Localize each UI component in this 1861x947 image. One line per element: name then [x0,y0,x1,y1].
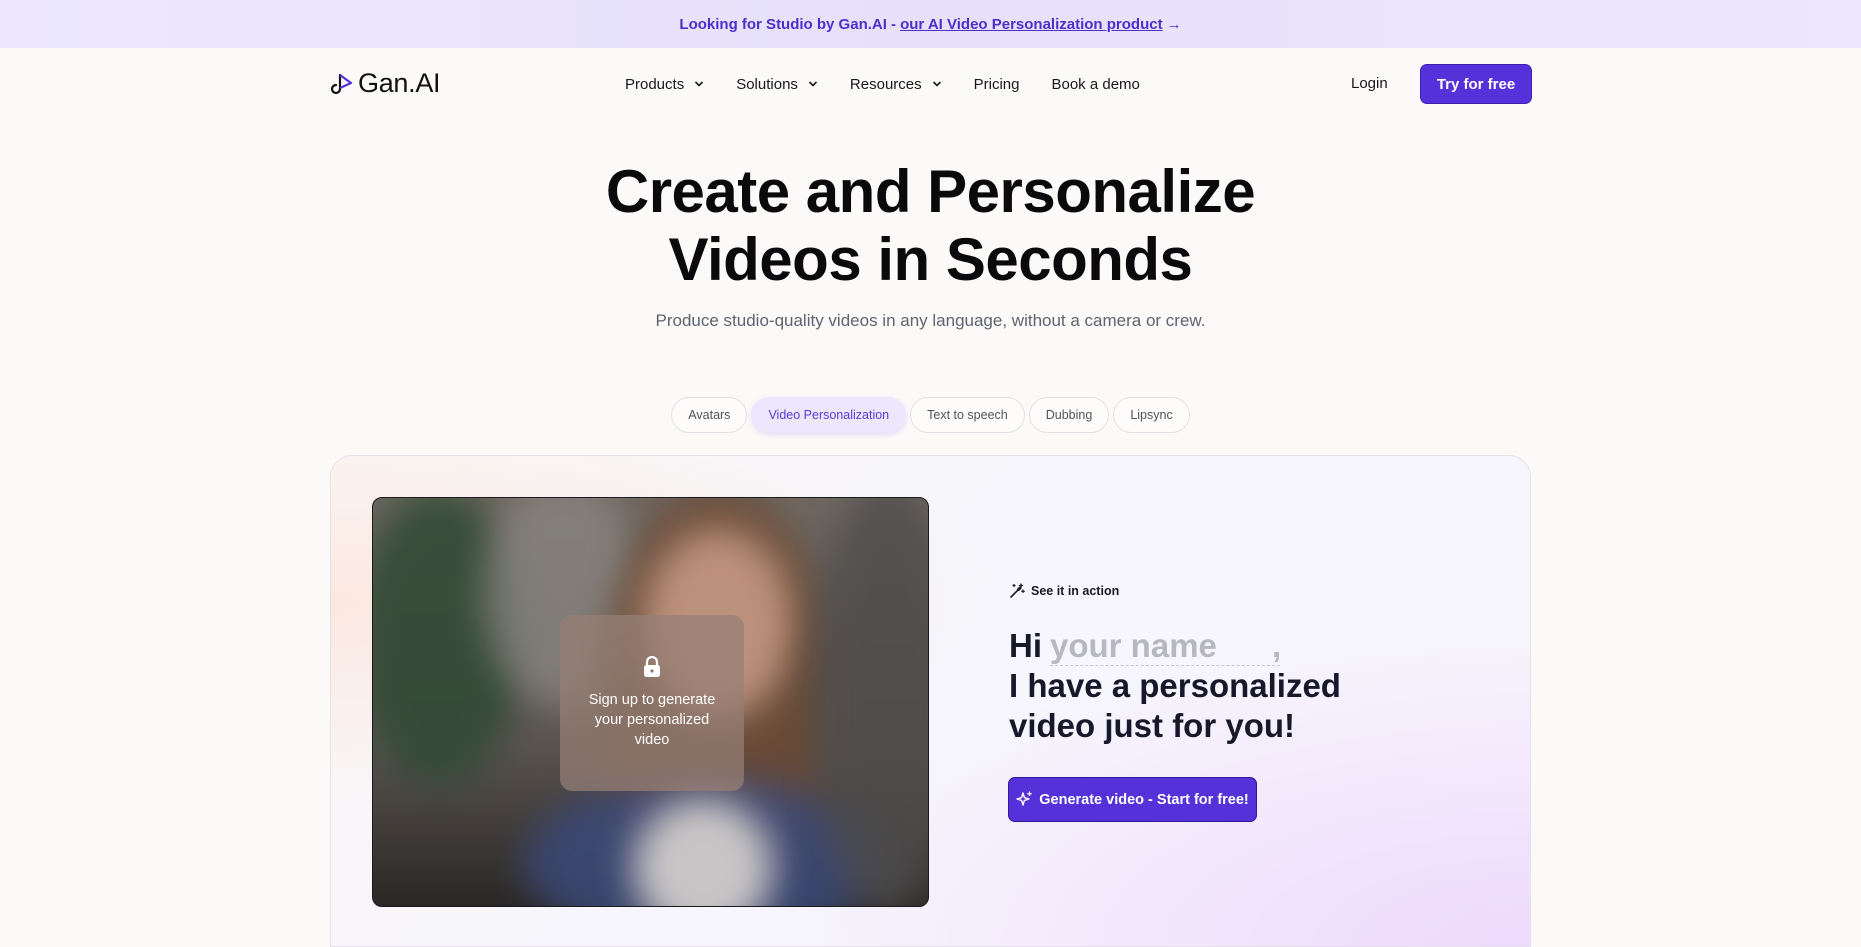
menu-pricing[interactable]: Pricing [974,76,1020,93]
personalized-greeting: Hi , I have a personalized video just fo… [1009,626,1341,746]
demo-card: Sign up to generate your personalized vi… [330,455,1531,947]
menu-products-label: Products [625,75,685,93]
chevron-down-icon [695,81,704,87]
generate-video-label: Generate video - Start for free! [1039,791,1249,808]
menu-solutions[interactable]: Solutions [736,76,818,93]
menu-pricing-label: Pricing [973,75,1020,93]
try-for-free-button[interactable]: Try for free [1420,64,1532,104]
greeting-line-3: video just for you! [1009,707,1296,744]
tab-text-to-speech[interactable]: Text to speech [910,397,1025,433]
tab-lipsync[interactable]: Lipsync [1113,397,1190,433]
greeting-line-2: I have a personalized [1009,667,1341,704]
signup-lock-overlay[interactable]: Sign up to generate your personalized vi… [560,615,744,791]
title-line-2: Videos in Seconds [668,226,1193,293]
banner-link[interactable]: our AI Video Personalization product [900,16,1163,33]
arrow-right-icon[interactable]: → [1167,16,1182,33]
chevron-down-icon [932,81,941,87]
feature-tabs: Avatars Video Personalization Text to sp… [0,397,1861,433]
sparkle-icon [1016,791,1033,806]
menu-resources[interactable]: Resources [850,76,942,93]
menu-resources-label: Resources [849,75,922,93]
magic-wand-icon [1010,583,1025,598]
menu-products[interactable]: Products [625,76,704,93]
generate-video-button[interactable]: Generate video - Start for free! [1008,777,1257,822]
menu-solutions-label: Solutions [736,75,798,93]
lock-icon [644,656,660,677]
video-preview: Sign up to generate your personalized vi… [372,497,929,907]
banner-text: Looking for Studio by Gan.AI - [679,15,897,33]
menu-book-demo[interactable]: Book a demo [1051,76,1139,93]
title-line-1: Create and Personalize [605,158,1256,225]
greeting-comma: , [1272,627,1282,664]
tab-avatars[interactable]: Avatars [671,397,748,433]
greeting-hi: Hi [1009,627,1042,664]
see-it-in-action: See it in action [1009,583,1119,599]
logo-text: Gan.AI [358,68,441,98]
main-menu: Products Solutions Resources Pricing Boo… [625,48,1172,120]
announcement-banner: Looking for Studio by Gan.AI - our AI Vi… [0,0,1861,48]
signup-text: Sign up to generate your personalized vi… [588,692,716,748]
menu-book-demo-label: Book a demo [1051,75,1140,93]
tab-dubbing[interactable]: Dubbing [1028,397,1110,433]
login-link[interactable]: Login [1351,75,1388,92]
tab-video-personalization[interactable]: Video Personalization [751,397,907,433]
top-navbar: Gan.AI Products Solutions Resources Pric… [0,48,1861,120]
hero-subtitle: Produce studio-quality videos in any lan… [655,311,1206,330]
logo-icon [330,73,353,94]
see-action-label: See it in action [1031,584,1120,598]
chevron-down-icon [808,81,817,87]
name-input[interactable] [1050,627,1280,666]
logo[interactable]: Gan.AI [330,68,441,99]
page-title: Create and Personalize Videos in Seconds [0,158,1861,294]
